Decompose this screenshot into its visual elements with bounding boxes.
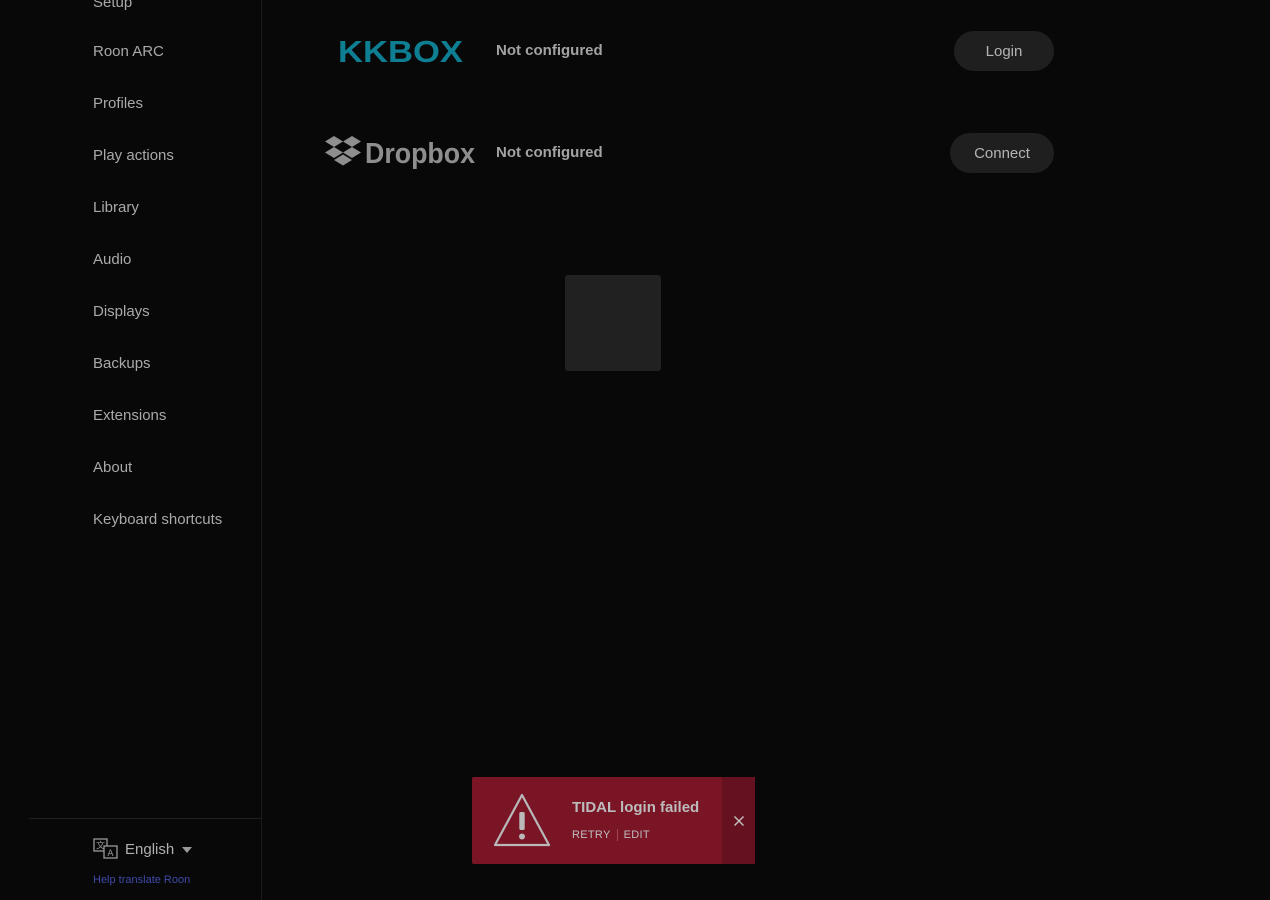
sidebar-item-audio[interactable]: Audio: [93, 251, 131, 269]
settings-sidebar: Setup Roon ARC Profiles Play actions Lib…: [0, 0, 262, 900]
kkbox-login-button[interactable]: Login: [954, 31, 1054, 71]
dropbox-status: Not configured: [496, 144, 603, 161]
dropbox-connect-button[interactable]: Connect: [950, 133, 1054, 173]
toast-body: TIDAL login failed RETRY EDIT: [472, 777, 722, 864]
sidebar-item-about[interactable]: About: [93, 459, 132, 477]
dropbox-icon: [325, 136, 361, 166]
sidebar-item-play-actions[interactable]: Play actions: [93, 147, 174, 165]
service-row-dropbox: Dropbox Not configured Connect: [262, 123, 1270, 183]
kkbox-status: Not configured: [496, 42, 603, 59]
sidebar-item-keyboard-shortcuts[interactable]: Keyboard shortcuts: [93, 511, 222, 529]
sidebar-item-roon-arc[interactable]: Roon ARC: [93, 43, 164, 61]
sidebar-item-profiles[interactable]: Profiles: [93, 95, 143, 113]
language-selector[interactable]: 文 A English: [93, 838, 193, 860]
sidebar-item-extensions[interactable]: Extensions: [93, 407, 166, 425]
svg-text:A: A: [107, 849, 114, 859]
language-label: English: [125, 840, 175, 858]
settings-screen: Setup Roon ARC Profiles Play actions Lib…: [0, 0, 1270, 900]
svg-text:Dropbox: Dropbox: [365, 138, 475, 170]
caret-down-icon: [182, 847, 193, 853]
sidebar-item-library[interactable]: Library: [93, 199, 139, 217]
error-toast: TIDAL login failed RETRY EDIT: [472, 777, 755, 864]
toast-close-button[interactable]: [722, 777, 755, 864]
sidebar-item-backups[interactable]: Backups: [93, 355, 151, 373]
service-row-kkbox: KKBOX Not configured Login: [262, 21, 1270, 81]
sidebar-item-displays[interactable]: Displays: [93, 303, 150, 321]
dropbox-logo: Dropbox: [325, 136, 475, 170]
retry-button[interactable]: RETRY: [572, 829, 611, 841]
svg-text:KKBOX: KKBOX: [338, 37, 463, 65]
translate-icon: 文 A: [93, 838, 118, 859]
toast-actions: RETRY EDIT: [572, 829, 650, 841]
warning-icon: [493, 793, 551, 847]
loading-placeholder: [565, 275, 661, 371]
sidebar-item-setup[interactable]: Setup: [93, 0, 132, 12]
toast-title: TIDAL login failed: [572, 799, 700, 816]
close-icon: [733, 815, 744, 826]
toast-action-separator: [616, 829, 618, 841]
help-translate-link[interactable]: Help translate Roon: [93, 874, 190, 886]
kkbox-logo: KKBOX: [338, 37, 463, 65]
sidebar-divider: [29, 818, 261, 819]
edit-button[interactable]: EDIT: [624, 829, 650, 841]
